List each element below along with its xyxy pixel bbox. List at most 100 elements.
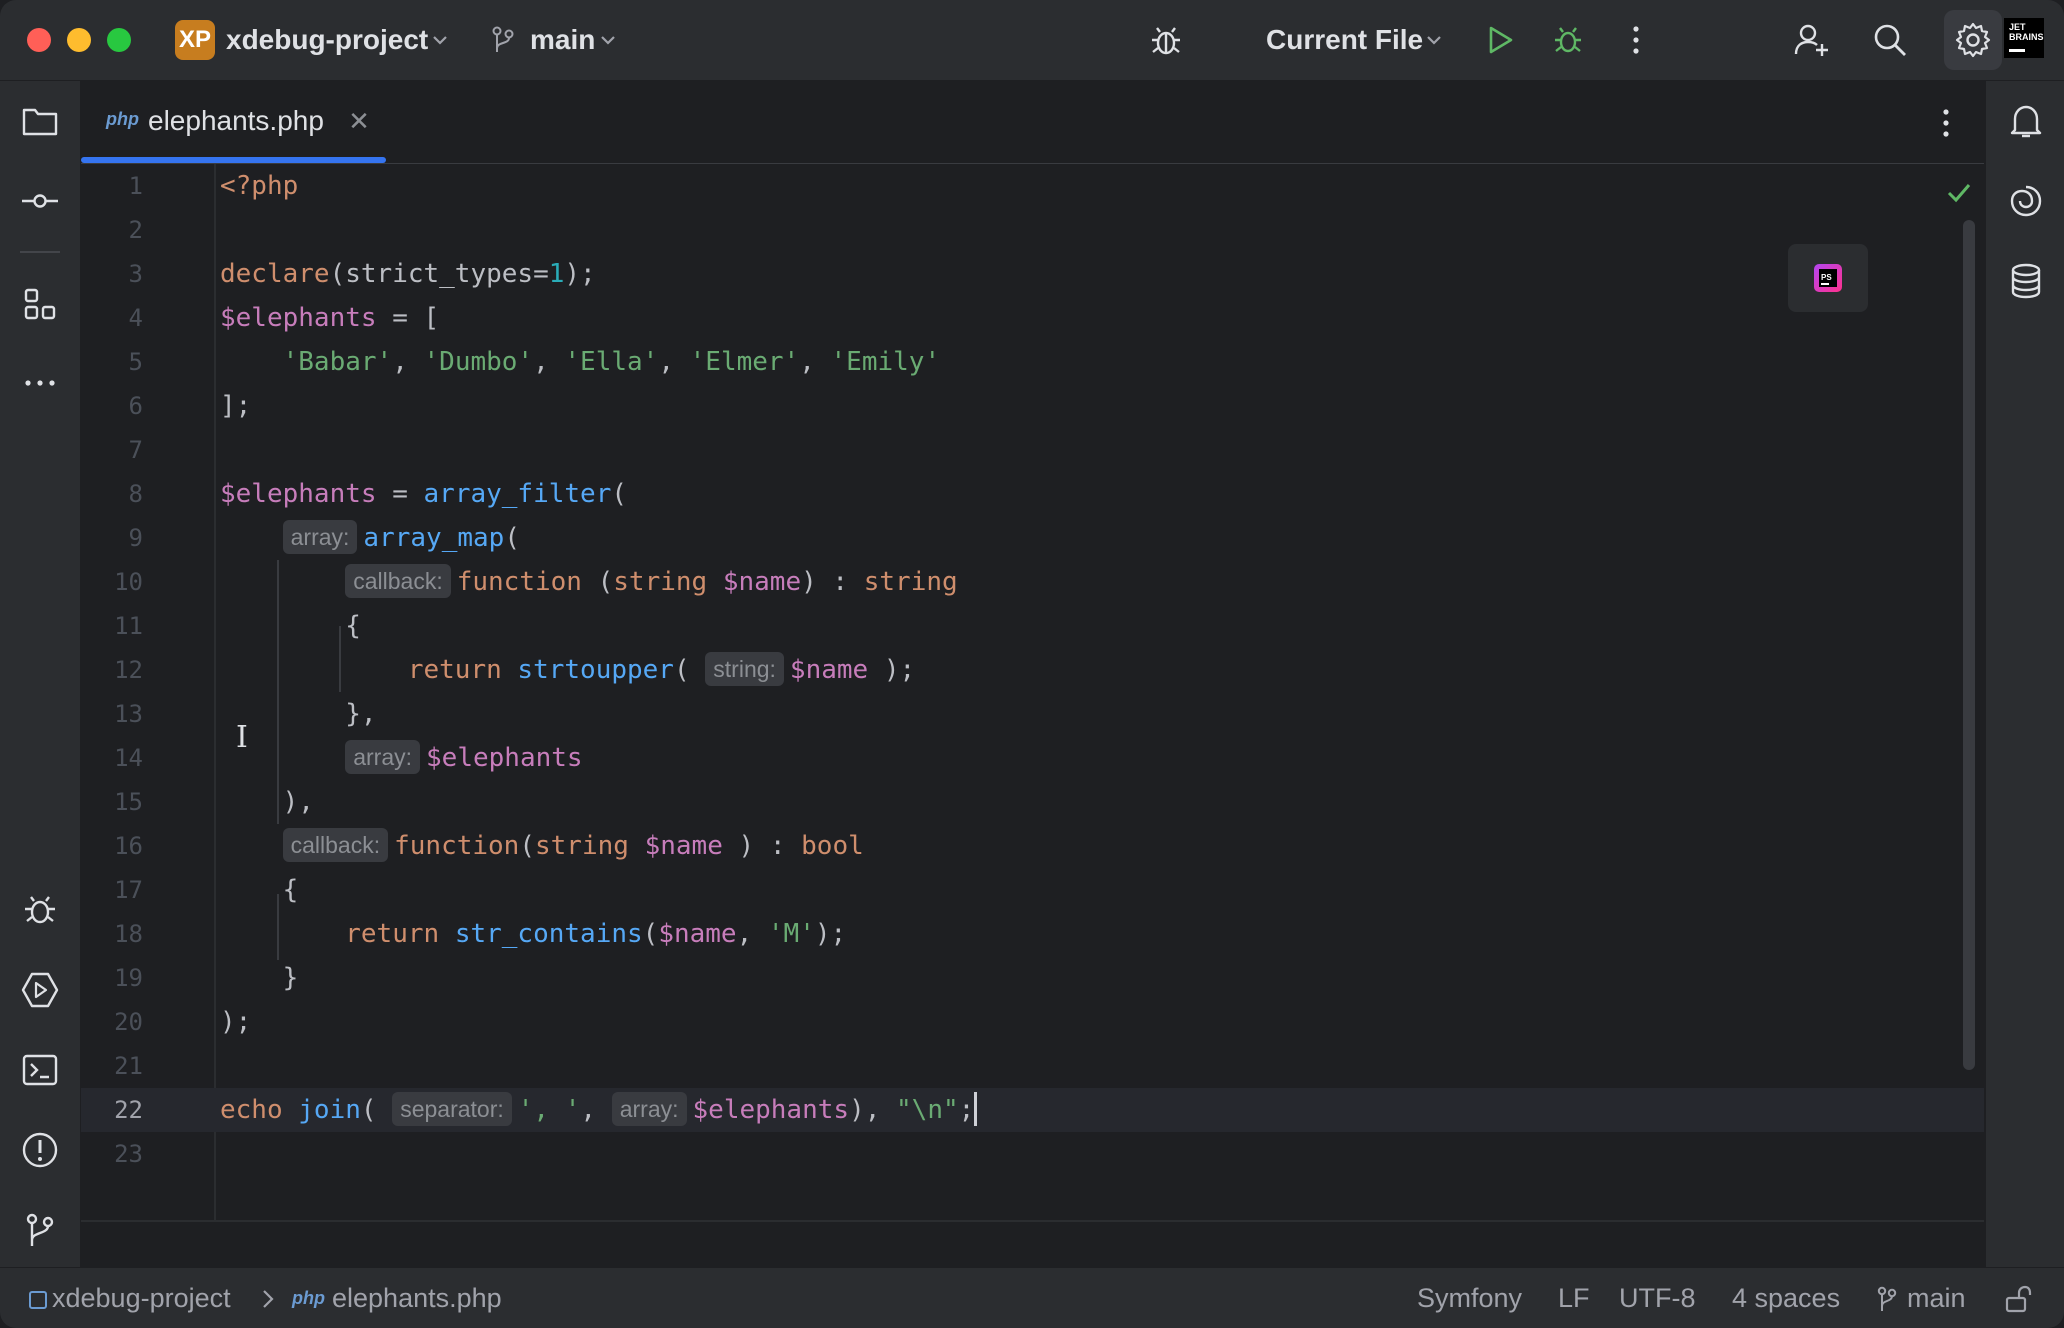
- add-user-icon[interactable]: [1790, 18, 1834, 62]
- encoding-selector[interactable]: UTF-8: [1619, 1268, 1696, 1328]
- code-line: 5 'Babar', 'Dumbo', 'Ella', 'Elmer', 'Em…: [81, 340, 1984, 384]
- code-token: bool: [801, 831, 864, 861]
- svg-text:PS: PS: [1821, 273, 1832, 282]
- code-token: {: [345, 611, 361, 641]
- close-tab-icon[interactable]: ✕: [343, 101, 375, 141]
- code-token: <?php: [220, 171, 299, 201]
- run-icon[interactable]: [1477, 18, 1521, 62]
- code-token: = [: [376, 303, 440, 333]
- code-token: =: [376, 479, 424, 509]
- code-token: join: [298, 1095, 361, 1125]
- ai-assistant-icon[interactable]: [2002, 177, 2050, 225]
- line-number: 21: [114, 1052, 143, 1080]
- code-token: $name: [789, 655, 869, 685]
- code-token: "\n": [896, 1095, 959, 1125]
- more-actions-icon[interactable]: [1614, 18, 1658, 62]
- code-token: $name: [644, 831, 723, 861]
- code-line: 11 {: [81, 604, 1984, 648]
- phpstorm-logo-icon: PS: [1814, 264, 1842, 292]
- code-line: 4 $elephants = [: [81, 296, 1984, 340]
- code-line: 17 {: [81, 868, 1984, 912]
- branch-selector[interactable]: main: [530, 20, 595, 60]
- code-line: 13 },: [81, 692, 1984, 736]
- project-selector[interactable]: xdebug-project: [226, 20, 428, 60]
- code-token: ', ': [517, 1095, 581, 1125]
- problems-icon[interactable]: [16, 1126, 64, 1174]
- debug-icon[interactable]: [1546, 18, 1590, 62]
- code-token: (: [360, 1095, 377, 1125]
- code-token: string: [535, 831, 629, 861]
- unlock-icon[interactable]: [2002, 1283, 2034, 1315]
- commit-icon[interactable]: [16, 177, 64, 225]
- code-token: );: [564, 259, 596, 289]
- code-line: 6 ];: [81, 384, 1984, 428]
- mouse-ibeam-cursor: I: [236, 720, 248, 755]
- breadcrumb-file[interactable]: elephants.php: [332, 1268, 502, 1328]
- close-window-button[interactable]: [27, 28, 51, 52]
- code-editor[interactable]: 1 <?php 2 3 declare(strict_types=1); 4 $…: [81, 164, 1984, 1220]
- title-bar: XP xdebug-project main Current File JET B: [0, 0, 2064, 81]
- chevron-down-icon[interactable]: [1420, 26, 1448, 54]
- maximize-window-button[interactable]: [107, 28, 131, 52]
- code-token: );: [220, 1007, 252, 1037]
- line-number: 18: [114, 920, 143, 948]
- editor-scrollbar[interactable]: [1963, 220, 1975, 1070]
- code-token: string: [613, 567, 708, 597]
- code-token: $elephants: [220, 479, 377, 509]
- code-line: 18 return str_contains($name, 'M');: [81, 912, 1984, 956]
- git-icon[interactable]: [16, 1206, 64, 1254]
- code-line: 8 $elephants = array_filter(: [81, 472, 1984, 516]
- tab-options-icon[interactable]: [1926, 103, 1966, 143]
- debug-tool-icon[interactable]: [16, 886, 64, 934]
- line-number: 23: [114, 1140, 143, 1168]
- parameter-hint: string:: [705, 651, 784, 686]
- code-token: declare: [220, 259, 330, 289]
- code-line: 7: [81, 428, 1984, 472]
- database-icon[interactable]: [2002, 257, 2050, 305]
- code-token: );: [868, 655, 916, 685]
- line-number: 14: [114, 744, 143, 772]
- run-configuration-selector[interactable]: Current File: [1266, 20, 1423, 60]
- status-bar: xdebug-project php elephants.php Symfony…: [0, 1267, 2064, 1328]
- project-badge[interactable]: XP: [175, 20, 215, 60]
- line-number: 4: [128, 304, 143, 332]
- structure-icon[interactable]: [16, 281, 64, 329]
- terminal-icon[interactable]: [16, 1046, 64, 1094]
- inspection-ok-check-icon[interactable]: [1943, 176, 1975, 208]
- chevron-down-icon[interactable]: [426, 26, 454, 54]
- branch-indicator[interactable]: main: [1907, 1268, 1966, 1328]
- code-token: );: [814, 919, 847, 949]
- code-token: 'Emily': [830, 347, 941, 377]
- search-icon[interactable]: [1868, 18, 1912, 62]
- debugger-bug-icon[interactable]: [1144, 18, 1188, 62]
- phpstorm-widget[interactable]: PS: [1788, 244, 1868, 312]
- code-line: 9 array: array_map(: [81, 516, 1984, 560]
- settings-button[interactable]: [1944, 10, 2002, 70]
- services-icon[interactable]: [16, 966, 64, 1014]
- indent-selector[interactable]: 4 spaces: [1732, 1268, 1840, 1328]
- project-folder-icon[interactable]: [16, 97, 64, 145]
- code-token: },: [345, 699, 377, 729]
- code-token: ,: [736, 919, 768, 949]
- more-tools-icon[interactable]: [16, 359, 64, 407]
- code-line: 10 callback: function (string $name) : st…: [81, 560, 1984, 604]
- code-token: ];: [220, 391, 252, 421]
- code-token: $elephants: [426, 743, 583, 773]
- gear-icon: [1955, 22, 1991, 58]
- git-branch-icon: [1877, 1286, 1897, 1311]
- code-token: ,: [580, 1095, 612, 1125]
- line-number: 10: [114, 568, 143, 596]
- tab-elephants-php[interactable]: php elephants.php ✕: [81, 81, 386, 163]
- chevron-down-icon[interactable]: [594, 26, 622, 54]
- line-ending-selector[interactable]: LF: [1558, 1268, 1590, 1328]
- line-number: 8: [128, 480, 143, 508]
- notifications-bell-icon[interactable]: [2002, 97, 2050, 145]
- breadcrumb-project[interactable]: xdebug-project: [52, 1268, 231, 1328]
- framework-indicator[interactable]: Symfony: [1417, 1268, 1522, 1328]
- jetbrains-logo[interactable]: JET BRAINS: [2004, 18, 2044, 58]
- code-token: (: [611, 479, 628, 509]
- minimize-window-button[interactable]: [67, 28, 91, 52]
- code-token: $name: [658, 919, 737, 949]
- code-line: 19 }: [81, 956, 1984, 1000]
- code-token: (: [642, 919, 659, 949]
